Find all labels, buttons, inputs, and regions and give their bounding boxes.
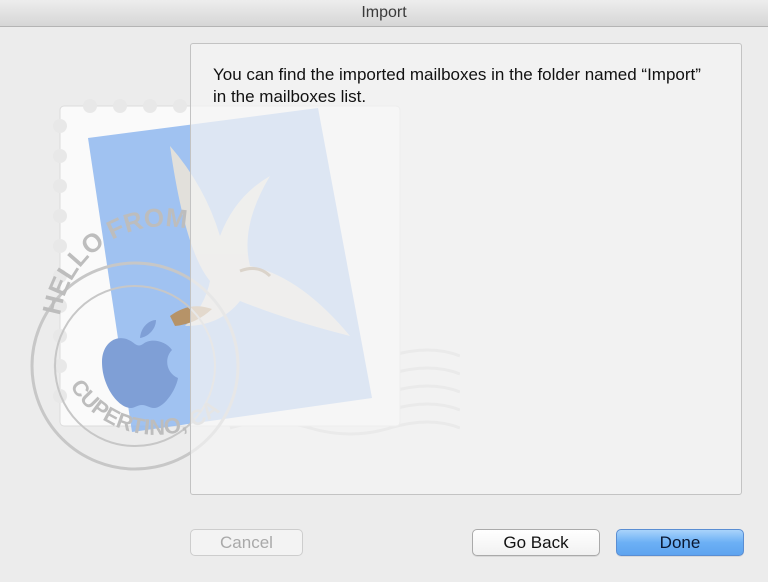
done-button[interactable]: Done bbox=[616, 529, 744, 556]
import-dialog-window: Import HELLO FROM CUPERTINO, You can fin… bbox=[0, 0, 768, 582]
message-panel: You can find the imported mailboxes in t… bbox=[190, 43, 742, 495]
go-back-button[interactable]: Go Back bbox=[472, 529, 600, 556]
cancel-button[interactable]: Cancel bbox=[190, 529, 303, 556]
window-title: Import bbox=[0, 0, 768, 27]
import-completion-message: You can find the imported mailboxes in t… bbox=[213, 65, 701, 106]
